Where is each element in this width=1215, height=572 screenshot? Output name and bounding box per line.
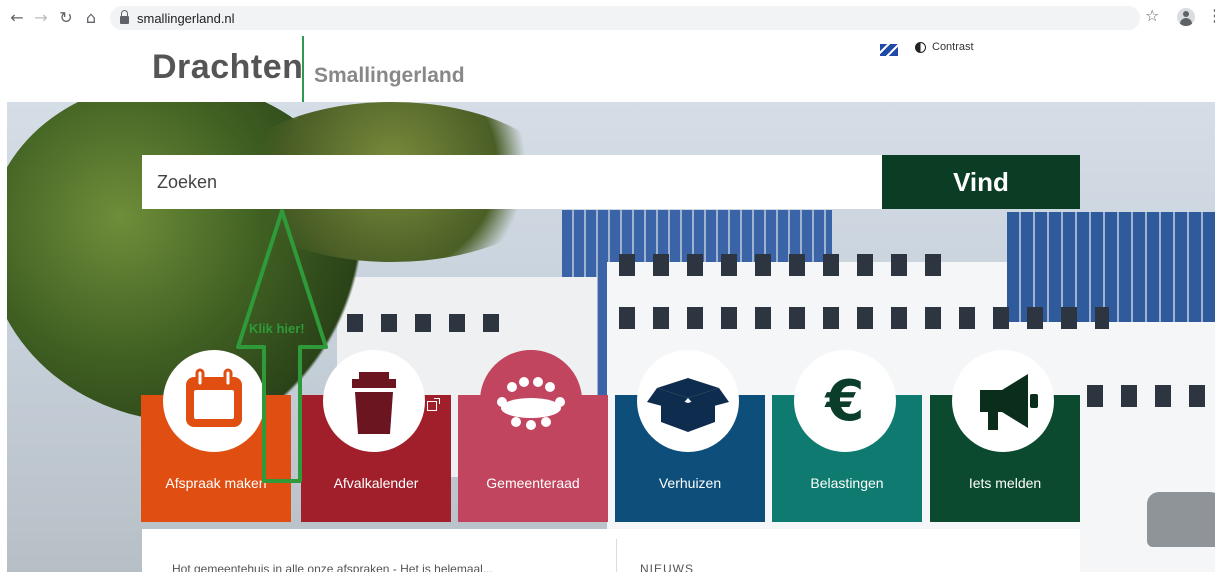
tile-icon-circle: [637, 350, 739, 452]
euro-icon: €: [824, 369, 865, 434]
address-url: smallingerland.nl: [137, 10, 235, 26]
profile-icon[interactable]: [1177, 8, 1195, 26]
window-row: [347, 314, 507, 332]
window-row: [619, 307, 1109, 329]
frisian-flag-icon[interactable]: [880, 44, 898, 56]
building-glass-right: [1007, 212, 1215, 322]
logo-drachten[interactable]: Drachten: [152, 48, 303, 87]
strip-divider: [616, 539, 617, 572]
search-input[interactable]: [142, 155, 882, 209]
tile-label: Belastingen: [810, 475, 884, 491]
window-row: [619, 254, 949, 276]
forward-arrow-icon[interactable]: →: [30, 6, 52, 28]
logo-divider: [302, 36, 304, 102]
car: [1147, 492, 1215, 547]
trash-bin-icon: [352, 372, 396, 434]
external-link-icon: [427, 398, 440, 411]
logo-smallingerland[interactable]: Smallingerland: [314, 64, 465, 88]
lock-icon: [120, 10, 129, 24]
reload-icon[interactable]: ↻: [55, 6, 77, 28]
news-heading: NIEUWS: [640, 562, 694, 572]
bookmark-star-icon[interactable]: ☆: [1145, 6, 1159, 25]
tile-gemeenteraad[interactable]: Gemeenteraad: [458, 350, 608, 522]
annotation-label: Klik hier!: [249, 321, 305, 336]
site-header: Drachten Smallingerland Contrast: [0, 36, 1215, 102]
window-row: [1087, 385, 1207, 407]
back-arrow-icon[interactable]: ←: [6, 6, 28, 28]
hero-banner: Vind Afspraak maken Afvalkalender: [7, 102, 1215, 572]
moving-box-icon: [647, 378, 729, 432]
council-people-icon: [480, 350, 582, 452]
tile-icon-circle: €: [794, 350, 896, 452]
tile-icon-circle: [323, 350, 425, 452]
tile-belastingen[interactable]: € Belastingen: [772, 350, 922, 522]
contrast-label: Contrast: [932, 41, 974, 53]
content-strip: Hot gemeentehuis in alle onze afspraken …: [142, 529, 1080, 572]
tile-icon-circle: [952, 350, 1054, 452]
contrast-toggle[interactable]: Contrast: [915, 41, 974, 53]
browser-toolbar: ← → ↻ ⌂ smallingerland.nl ☆ ⋮: [0, 0, 1215, 37]
annotation-arrow: [236, 209, 328, 483]
tile-label: Verhuizen: [658, 475, 722, 491]
vind-button[interactable]: Vind: [882, 155, 1080, 209]
tile-verhuizen[interactable]: Verhuizen: [615, 350, 765, 522]
megaphone-icon: [980, 374, 1038, 430]
tile-label: Iets melden: [968, 475, 1042, 491]
tile-icon-circle: [480, 350, 582, 452]
menu-dots-icon[interactable]: ⋮: [1207, 6, 1215, 26]
home-icon[interactable]: ⌂: [80, 6, 102, 28]
tile-iets-melden[interactable]: Iets melden: [930, 350, 1080, 522]
contrast-icon: [915, 41, 926, 53]
strip-text: Hot gemeentehuis in alle onze afspraken …: [172, 562, 493, 572]
tile-label: Gemeenteraad: [486, 475, 580, 491]
svg-text:€: €: [824, 369, 865, 434]
address-bar[interactable]: smallingerland.nl: [110, 6, 1140, 30]
